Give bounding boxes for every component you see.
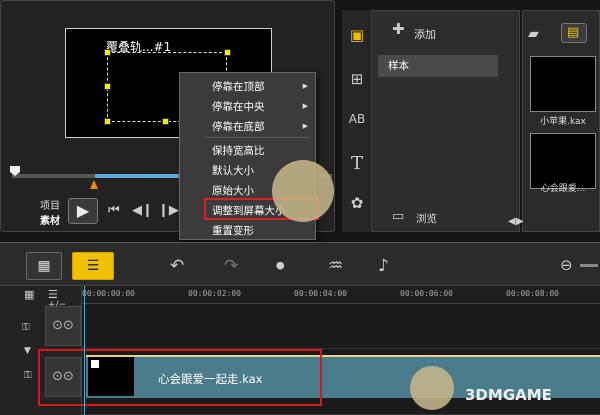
goto-start-icon[interactable]: ⏮ xyxy=(108,203,120,218)
menu-item-keep-aspect[interactable]: 保持宽高比 xyxy=(212,143,265,158)
scroll-right-icon[interactable]: ▶ xyxy=(516,216,524,227)
zoom-out-icon[interactable]: ⊖ xyxy=(560,256,573,274)
step-back-icon[interactable]: ◀❙ xyxy=(132,203,153,218)
timeline-view-button[interactable]: ☰ xyxy=(72,252,114,280)
track-manager-icon[interactable]: ▦ xyxy=(24,288,34,301)
menu-item-dock-bottom[interactable]: 停靠在底部 xyxy=(212,119,265,134)
video-track-header[interactable]: ⊙⊙ xyxy=(45,306,81,346)
ruler-time: 00:00:00:00 xyxy=(82,289,135,298)
video-track[interactable] xyxy=(82,304,600,349)
mode-project[interactable]: 项目 xyxy=(40,197,60,212)
menu-item-dock-top[interactable]: 停靠在顶部 xyxy=(212,79,265,94)
record-icon[interactable]: ⏺ xyxy=(276,256,285,276)
ruler-time: 00:00:02:00 xyxy=(188,289,241,298)
storyboard-view-button[interactable]: ▦ xyxy=(26,252,62,280)
undo-icon[interactable]: ↶ xyxy=(170,256,184,276)
video-icon: ▤ xyxy=(567,25,580,40)
ruler-time: 00:00:06:00 xyxy=(400,289,453,298)
mode-clip[interactable]: 素材 xyxy=(40,212,60,227)
logo-watermark xyxy=(410,366,454,410)
resize-handle[interactable] xyxy=(104,49,111,56)
filter-category-icon[interactable]: ✿ xyxy=(342,194,372,212)
auto-music-icon[interactable]: ♪ xyxy=(378,256,389,276)
resize-handle[interactable] xyxy=(104,83,111,90)
ruler-time: 00:00:08:00 xyxy=(506,289,559,298)
transition-category-icon[interactable]: ⊞ xyxy=(342,70,372,88)
menu-item-dock-center[interactable]: 停靠在中央 xyxy=(212,99,265,114)
scroll-left-icon[interactable]: ◀ xyxy=(508,216,516,227)
media-thumbnail[interactable] xyxy=(530,56,596,112)
menu-item-default-size[interactable]: 默认大小 xyxy=(212,163,254,178)
video-track-icon: ⊙⊙ xyxy=(52,318,74,333)
site-watermark: 3DMGAME xyxy=(465,386,552,404)
resize-handle[interactable] xyxy=(162,118,169,125)
expand-track-icon[interactable]: ▼ xyxy=(24,346,31,356)
submenu-arrow-icon: ▶ xyxy=(302,82,308,90)
browse-icon: ▭ xyxy=(392,209,405,224)
audio-mixer-icon[interactable]: ♒ xyxy=(328,256,343,276)
redo-icon[interactable]: ↷ xyxy=(224,256,238,276)
title-category-icon[interactable]: AB xyxy=(342,112,372,126)
video-filter-button[interactable]: ▤ xyxy=(561,23,587,43)
media-category-icon[interactable]: ▣ xyxy=(342,26,372,44)
play-icon: ▶ xyxy=(76,201,90,220)
browse-button[interactable]: 浏览 xyxy=(416,211,437,226)
media-thumbnail-label: 心会跟爱... xyxy=(540,184,586,194)
clip-highlight-box xyxy=(38,349,322,406)
timeline-playhead[interactable] xyxy=(84,286,85,415)
resize-handle[interactable] xyxy=(104,118,111,125)
step-forward-icon[interactable]: ❙▶ xyxy=(158,203,179,218)
media-thumbnail-label: 小苹果.kax xyxy=(540,117,586,127)
mascot-watermark xyxy=(272,160,334,222)
track-visibility-icon[interactable]: ⚿ xyxy=(24,370,32,381)
add-icon[interactable]: ✚ xyxy=(392,20,405,38)
timeline-ruler[interactable]: 00:00:00:00 00:00:02:00 00:00:04:00 00:0… xyxy=(82,286,600,304)
menu-separator xyxy=(206,137,310,138)
app-window: 覆叠轨...#1 项目 素材 ▶ ⏮ ◀❙ ❙▶ ▣ ⊞ AB T ✿ ✚ 添加… xyxy=(0,0,600,415)
library-item-sample[interactable]: 样本 xyxy=(378,55,498,77)
play-button[interactable]: ▶ xyxy=(68,198,98,224)
track-lock-icon[interactable]: ⚿ xyxy=(22,322,30,333)
resize-handle[interactable] xyxy=(224,49,231,56)
add-folder-button[interactable]: 添加 xyxy=(414,26,436,42)
menu-item-reset-transform[interactable]: 重置变形 xyxy=(212,223,254,238)
timeline-icon: ☰ xyxy=(86,258,100,274)
folder-icon[interactable]: ▰ xyxy=(528,26,539,42)
text-category-icon[interactable]: T xyxy=(342,153,372,174)
menu-item-original-size[interactable]: 原始大小 xyxy=(212,183,254,198)
submenu-arrow-icon: ▶ xyxy=(302,122,308,130)
film-icon: ▦ xyxy=(37,258,51,274)
zoom-slider[interactable] xyxy=(580,264,598,267)
submenu-arrow-icon: ▶ xyxy=(302,102,308,110)
ruler-time: 00:00:04:00 xyxy=(294,289,347,298)
